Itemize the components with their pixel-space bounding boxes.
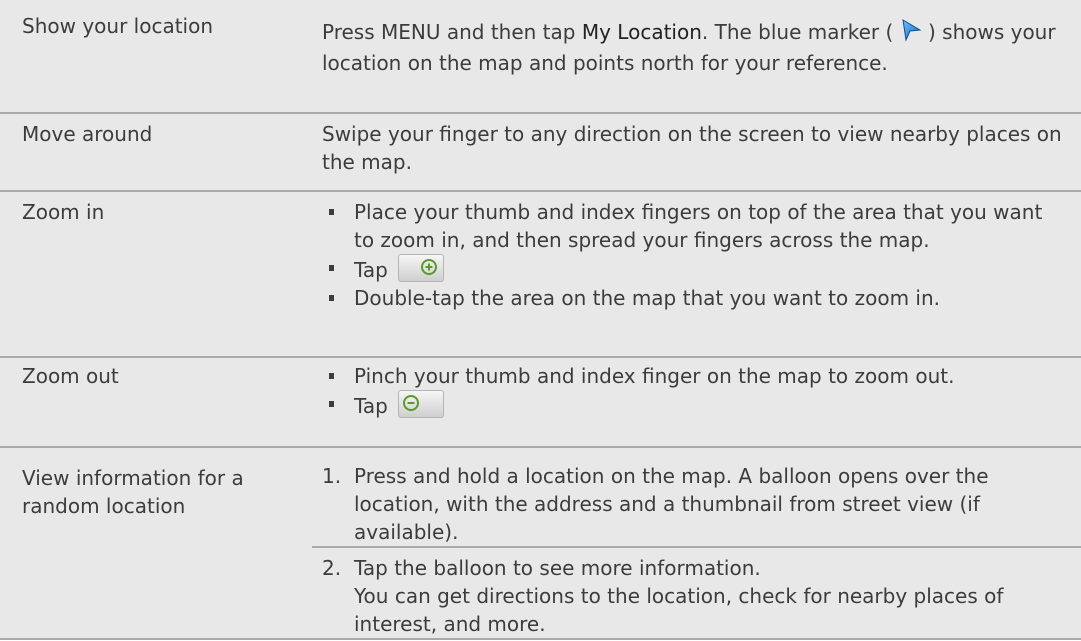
row-description: 2. Tap the balloon to see more informatio… [322,554,1062,638]
row-description: Press MENU and then tap My Location. The… [322,18,1056,75]
zoom-out-button-icon [398,390,445,418]
table-row-show-location: Show your location Press MENU and then t… [0,0,1081,114]
row-label: Zoom out [22,364,119,388]
list-item: 1. Press and hold a location on the map. … [322,464,989,544]
row-label: Show your location [22,14,214,38]
list-item: 2. Tap the balloon to see more informatio… [322,556,1004,636]
divider [312,546,1081,548]
table-row-move-around: Move around Swipe your finger to any dir… [0,114,1081,192]
list-item: Double-tap the area on the map that you … [322,284,1062,312]
row-label: Zoom in [22,200,105,224]
row-label: Move around [22,122,153,146]
blue-location-marker-icon [900,18,922,49]
row-description: 1. Press and hold a location on the map. … [322,462,1062,546]
row-description: Place your thumb and index fingers on to… [322,198,1062,312]
list-item: Place your thumb and index fingers on to… [322,198,1062,254]
row-description: Swipe your finger to any direction on th… [322,122,1062,174]
table-row-zoom-out: Zoom out Pinch your thumb and index fing… [0,358,1081,448]
list-item: Tap [322,254,1062,284]
my-location-term: My Location [581,20,702,44]
row-label: View information for a random location [22,466,244,518]
list-item: Pinch your thumb and index finger on the… [322,362,1062,390]
row-description: Pinch your thumb and index finger on the… [322,362,1062,420]
list-item: Tap [322,390,1062,420]
table-row-zoom-in: Zoom in Place your thumb and index finge… [0,192,1081,358]
table-row-view-info: View information for a random location 1… [0,448,1081,640]
zoom-in-button-icon [398,254,445,282]
